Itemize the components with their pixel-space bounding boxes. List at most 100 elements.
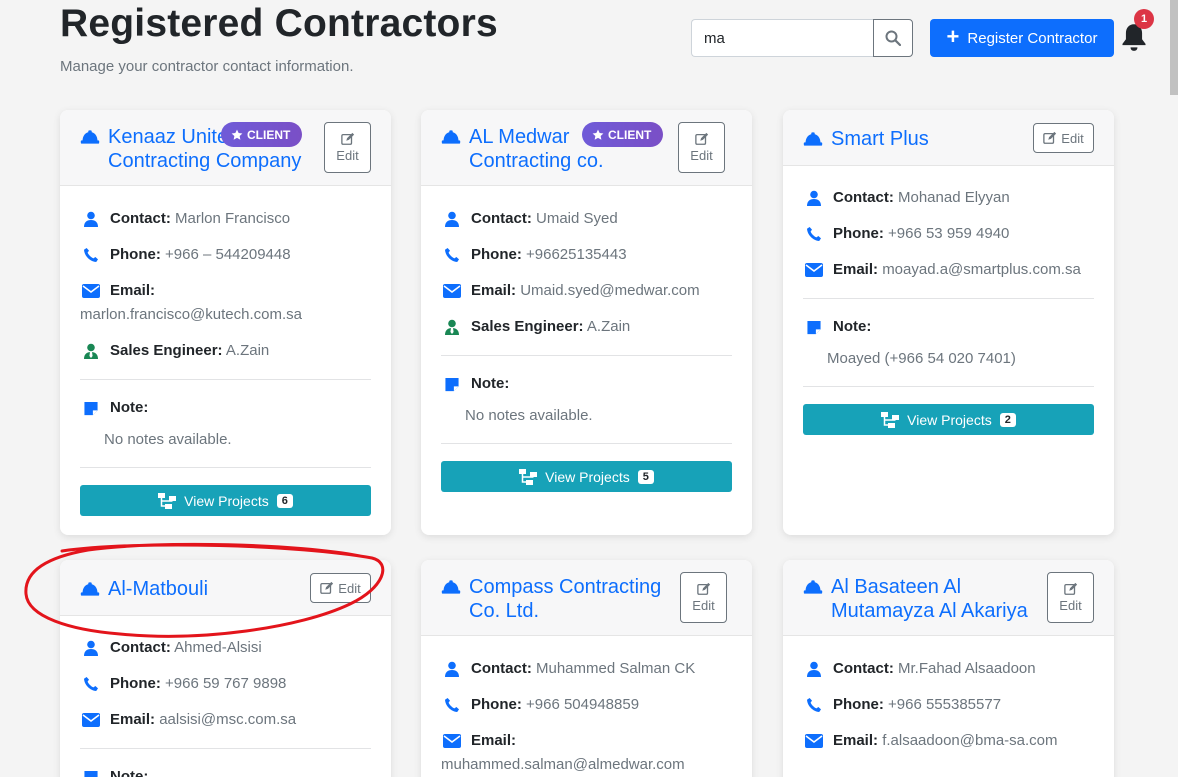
- phone-value: +96625135443: [526, 246, 627, 263]
- contact-value: Umaid Syed: [536, 210, 618, 227]
- sticky-note-icon: [80, 401, 102, 416]
- edit-button[interactable]: Edit: [324, 122, 371, 173]
- contractor-name[interactable]: Smart Plus: [803, 127, 929, 151]
- note-row: Note:: [803, 315, 1094, 339]
- phone-value: +966 – 544209448: [165, 246, 291, 263]
- user-tie-icon: [80, 343, 102, 359]
- contact-value: Mohanad Elyyan: [898, 189, 1010, 206]
- scrollbar-thumb[interactable]: [1170, 0, 1178, 95]
- contractor-name[interactable]: Al-Matbouli: [80, 577, 208, 601]
- client-badge: CLIENT: [582, 122, 664, 147]
- plus-icon: +: [946, 24, 960, 49]
- edit-button[interactable]: Edit: [1033, 123, 1094, 153]
- note-label: Note:: [471, 375, 510, 392]
- view-projects-button[interactable]: View Projects 5: [441, 461, 732, 492]
- contractor-name-line1: Al-Matbouli: [108, 578, 209, 600]
- notification-badge: 1: [1134, 9, 1154, 29]
- client-badge: CLIENT: [221, 122, 303, 147]
- contractor-card: Compass Contracting Co. Ltd. Edit Contact…: [421, 560, 752, 777]
- email-value: Umaid.syed@medwar.com: [520, 282, 700, 299]
- contractor-name[interactable]: Compass Contracting Co. Ltd.: [441, 575, 661, 623]
- sales-engineer-row: Sales Engineer: A.Zain: [441, 315, 732, 339]
- hard-hat-icon: [80, 581, 100, 597]
- view-projects-button[interactable]: View Projects 6: [80, 485, 371, 516]
- contractor-name-line2: Contracting Company: [108, 150, 302, 172]
- search-group: [691, 19, 913, 57]
- contact-row: Contact: Muhammed Salman CK: [441, 657, 732, 681]
- contact-row: Contact: Ahmed-Alsisi: [80, 636, 371, 660]
- sitemap-icon: [881, 412, 899, 428]
- contractor-name-line1: Al Basateen Al: [831, 576, 962, 598]
- edit-label: Edit: [336, 148, 359, 163]
- contact-label: Contact:: [833, 189, 894, 206]
- contractor-card: Al Basateen Al Mutamayza Al Akariya Edit …: [783, 560, 1114, 777]
- page-subtitle: Manage your contractor contact informati…: [60, 58, 354, 75]
- edit-icon: [1043, 131, 1057, 145]
- note-row: Note:: [80, 765, 371, 777]
- hard-hat-icon: [803, 131, 823, 147]
- envelope-icon: [441, 284, 463, 298]
- edit-icon: [341, 132, 355, 146]
- note-text: No notes available.: [465, 407, 593, 424]
- phone-row: Phone: +96625135443: [441, 243, 732, 267]
- register-contractor-button[interactable]: + Register Contractor: [930, 19, 1114, 57]
- sales-engineer-value: A.Zain: [225, 342, 270, 359]
- hard-hat-icon: [441, 129, 461, 145]
- contractor-name[interactable]: Al Basateen Al Mutamayza Al Akariya: [803, 575, 1028, 623]
- search-icon: [885, 30, 901, 46]
- phone-icon: [441, 697, 463, 713]
- search-button[interactable]: [873, 19, 913, 57]
- divider: [441, 355, 732, 356]
- email-row: Email:: [441, 729, 732, 753]
- scrollbar[interactable]: [1170, 0, 1178, 777]
- note-text: No notes available.: [104, 431, 232, 448]
- page-title: Registered Contractors: [60, 2, 498, 45]
- card-header: Compass Contracting Co. Ltd. Edit: [421, 560, 752, 636]
- project-count-badge: 6: [276, 493, 293, 508]
- envelope-icon: [80, 713, 102, 727]
- contact-value: Marlon Francisco: [175, 210, 291, 227]
- note-row: Note:: [80, 396, 371, 420]
- email-value: f.alsaadoon@bma-sa.com: [882, 732, 1058, 749]
- email-row: Email: Umaid.syed@medwar.com: [441, 279, 732, 303]
- contact-row: Contact: Marlon Francisco: [80, 207, 371, 231]
- edit-button[interactable]: Edit: [680, 572, 727, 623]
- phone-icon: [441, 247, 463, 263]
- view-projects-button[interactable]: View Projects 2: [803, 404, 1094, 435]
- search-input[interactable]: [691, 19, 873, 57]
- edit-button[interactable]: Edit: [310, 573, 371, 603]
- contractor-card: Kenaaz Unite Contracting Company CLIENT E…: [60, 110, 391, 535]
- phone-icon: [803, 226, 825, 242]
- card-header: Al-Matbouli Edit: [60, 560, 391, 616]
- contact-row: Contact: Mohanad Elyyan: [803, 186, 1094, 210]
- edit-icon: [320, 581, 334, 595]
- edit-button[interactable]: Edit: [1047, 572, 1094, 623]
- phone-row: Phone: +966 59 767 9898: [80, 672, 371, 696]
- edit-icon: [697, 582, 711, 596]
- sitemap-icon: [158, 493, 176, 509]
- card-header: Kenaaz Unite Contracting Company CLIENT E…: [60, 110, 391, 186]
- view-projects-label: View Projects: [184, 492, 269, 509]
- envelope-icon: [803, 734, 825, 748]
- edit-label: Edit: [692, 598, 715, 613]
- envelope-icon: [803, 263, 825, 277]
- card-header: Al Basateen Al Mutamayza Al Akariya Edit: [783, 560, 1114, 636]
- contact-label: Contact:: [833, 660, 894, 677]
- contractor-name-line2: Mutamayza Al Akariya: [831, 600, 1028, 622]
- note-text: Moayed (+966 54 020 7401): [827, 350, 1016, 367]
- client-badge-label: CLIENT: [608, 127, 652, 142]
- sticky-note-icon: [80, 770, 102, 777]
- contact-label: Contact:: [471, 210, 532, 227]
- project-count-badge: 2: [999, 412, 1016, 427]
- view-projects-label: View Projects: [907, 411, 992, 428]
- note-label: Note:: [110, 768, 149, 777]
- email-label: Email:: [833, 732, 879, 749]
- edit-button[interactable]: Edit: [678, 122, 725, 173]
- phone-row: Phone: +966 504948859: [441, 693, 732, 717]
- phone-label: Phone:: [471, 246, 522, 263]
- contractor-name[interactable]: AL Medwar Contracting co.: [441, 125, 604, 173]
- phone-label: Phone:: [833, 696, 884, 713]
- email-value: moayad.a@smartplus.com.sa: [882, 261, 1081, 278]
- star-icon: [592, 129, 604, 141]
- contact-label: Contact:: [110, 639, 171, 656]
